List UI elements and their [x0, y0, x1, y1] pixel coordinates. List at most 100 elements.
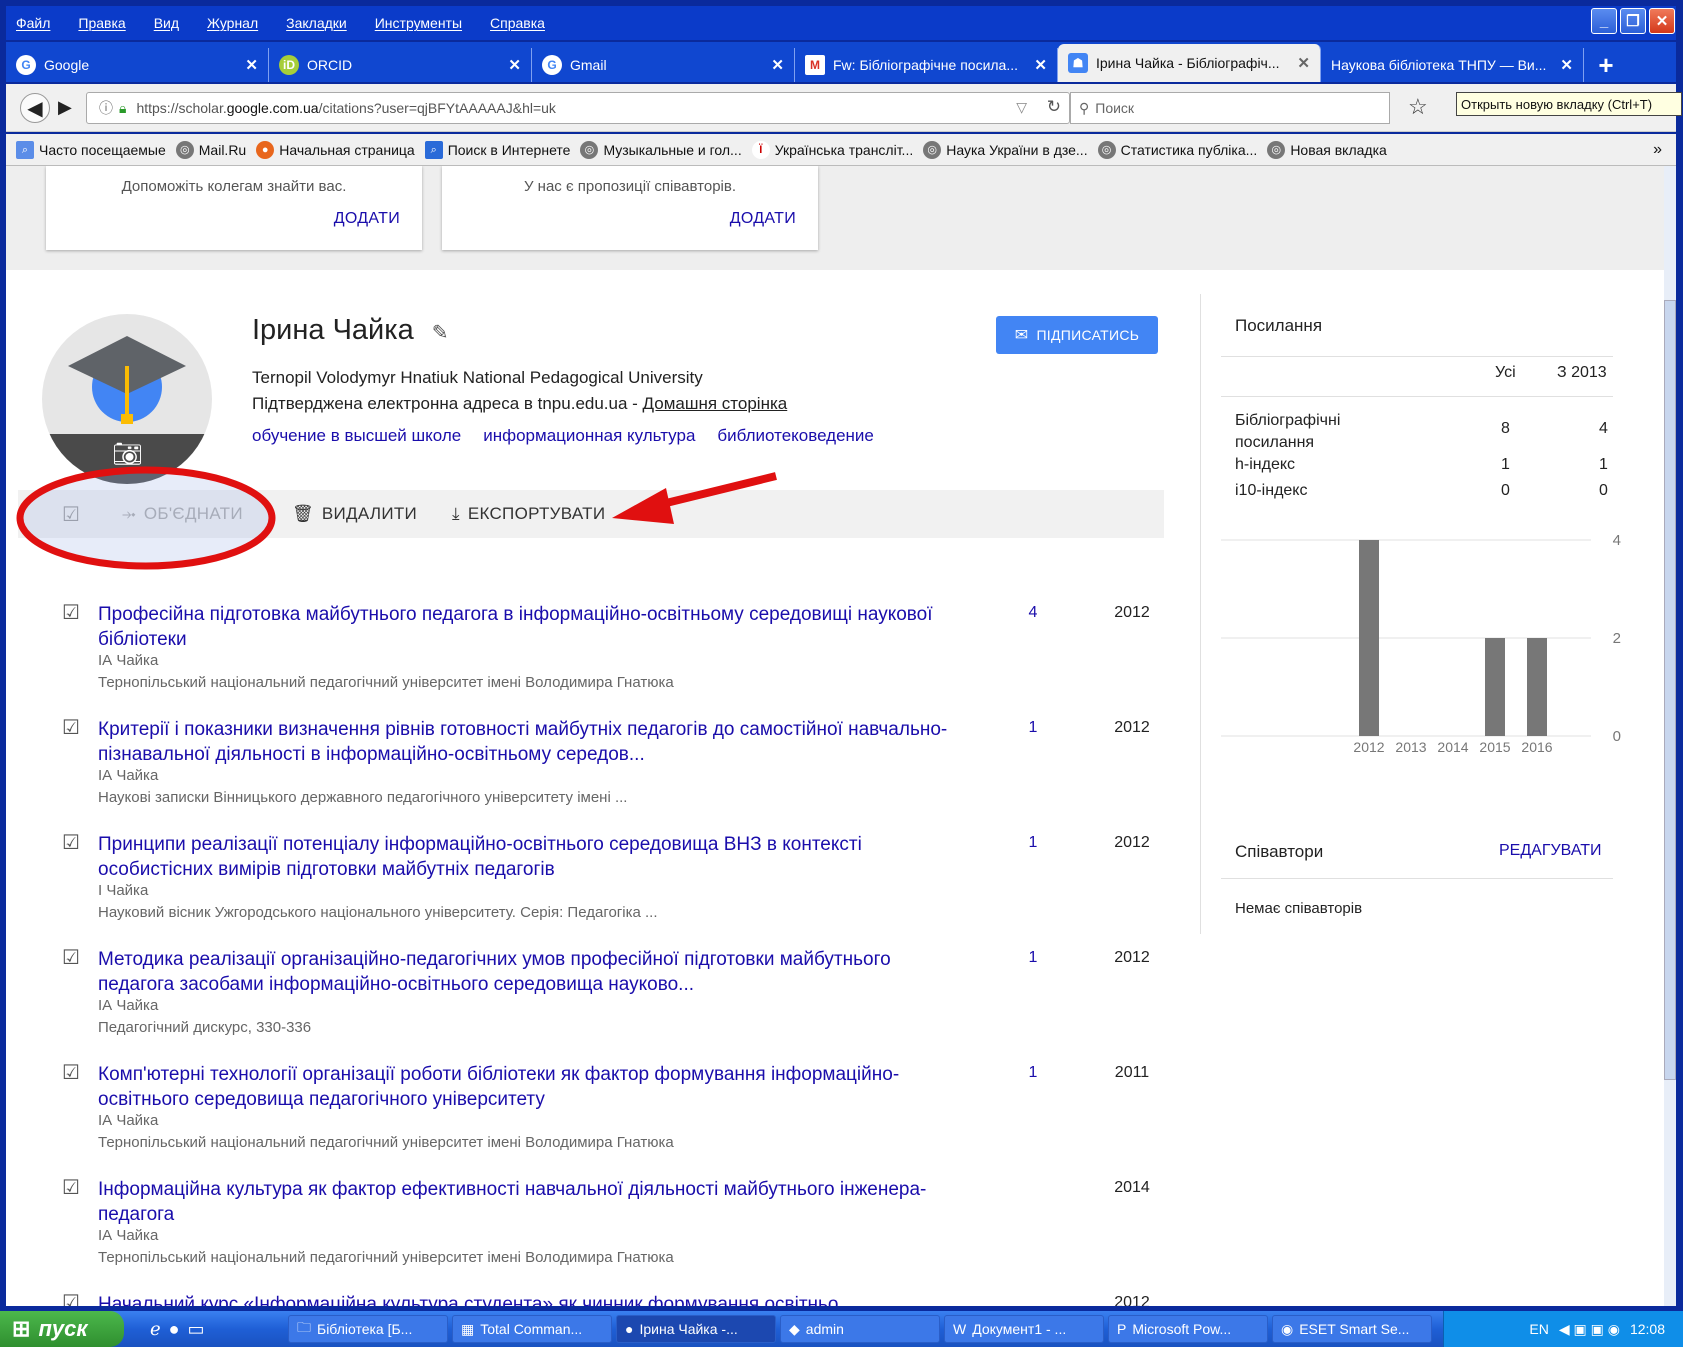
tab-scholar-active[interactable]: ☗ Ірина Чайка - Бібліографіч... ✕ — [1058, 44, 1321, 82]
firefox-icon[interactable]: ● — [169, 1319, 180, 1340]
tab-fw-mail[interactable]: M Fw: Бібліографічне посила... ✕ — [795, 48, 1058, 82]
bookmark-search[interactable]: ⌕ Поиск в Интернете — [424, 140, 570, 159]
bookmark-mailru[interactable]: ◎ Mail.Ru — [175, 140, 246, 159]
merge-button[interactable]: ⤞ ОБ'ЄДНАТИ — [122, 490, 243, 538]
url-bar[interactable]: ⓘ 🔒︎ https://scholar. google.com.ua/citat… — [86, 92, 1070, 124]
task-label: Ірина Чайка -... — [639, 1321, 738, 1337]
reload-icon[interactable]: ↻ — [1047, 97, 1061, 117]
add-photo-icon[interactable]: 📷︎ — [112, 440, 142, 469]
interest-link[interactable]: информационная культура — [483, 426, 695, 446]
checkbox-icon[interactable]: ☑ — [62, 603, 82, 624]
article-cites[interactable]: 4 — [1018, 604, 1048, 622]
article-title[interactable]: Комп'ютерні технології організації робот… — [98, 1062, 958, 1112]
menu-tools[interactable]: Инструменты — [375, 15, 462, 31]
homepage-link[interactable]: Домашня сторінка — [643, 394, 788, 413]
close-window-icon[interactable]: ✕ — [1649, 8, 1675, 34]
add-button[interactable]: ДОДАТИ — [334, 210, 400, 228]
tab-google[interactable]: G Google ✕ — [6, 48, 269, 82]
article-cites[interactable]: 1 — [1018, 1064, 1048, 1082]
close-tab-icon[interactable]: ✕ — [245, 56, 258, 74]
bookmark-music[interactable]: ◎ Музыкальные и гол... — [580, 140, 742, 159]
task-library[interactable]: 🗀 Бібліотека [Б... — [288, 1315, 448, 1343]
menu-file[interactable]: Файл — [16, 15, 50, 31]
interest-link[interactable]: обучение в высшей школе — [252, 426, 461, 446]
article-title[interactable]: Інформаційна культура як фактор ефективн… — [98, 1177, 958, 1227]
bookmark-frequent[interactable]: ⌕ Часто посещаемые — [16, 140, 166, 159]
back-icon[interactable]: ◀ — [20, 93, 50, 123]
gmail-icon: M — [805, 55, 825, 75]
task-totalcmd[interactable]: ▦ Total Comman... — [452, 1315, 612, 1343]
star-icon[interactable]: ☆ — [1408, 94, 1428, 120]
task-eset[interactable]: ◉ ESET Smart Se... — [1272, 1315, 1432, 1343]
suggestion-area: Допоможіть колегам знайти вас. ДОДАТИ У … — [6, 166, 1664, 270]
task-label: Бібліотека [Б... — [317, 1321, 413, 1337]
chart-bar-2012[interactable] — [1359, 540, 1379, 736]
tooltip: Открыть новую вкладку (Ctrl+T) — [1456, 92, 1682, 116]
chart-bar-2015[interactable] — [1485, 638, 1505, 736]
article-cites[interactable]: 1 — [1018, 834, 1048, 852]
checkbox-icon[interactable]: ☑ — [62, 833, 82, 854]
interests: обучение в высшей школе информационная к… — [252, 426, 874, 446]
menu-help[interactable]: Справка — [490, 15, 545, 31]
search-input[interactable]: ⚲ Поиск — [1070, 92, 1390, 124]
avatar[interactable]: 📷︎ — [42, 314, 212, 484]
scrollbar-thumb[interactable] — [1664, 300, 1676, 1080]
tab-orcid[interactable]: iD ORCID ✕ — [269, 48, 532, 82]
chart-bar-2016[interactable] — [1527, 638, 1547, 736]
article-cites[interactable]: 1 — [1018, 949, 1048, 967]
interest-link[interactable]: библиотековедение — [717, 426, 873, 446]
language-indicator[interactable]: EN — [1529, 1321, 1548, 1337]
tray-icons[interactable]: ◀ ▣ ▣ ◉ — [1559, 1321, 1620, 1338]
add-button[interactable]: ДОДАТИ — [730, 210, 796, 228]
checkbox-icon[interactable]: ☑ — [62, 1063, 82, 1084]
more-bookmarks-icon[interactable]: » — [1653, 141, 1662, 159]
menu-history[interactable]: Журнал — [207, 15, 258, 31]
checkbox-icon[interactable]: ☑ — [62, 1178, 82, 1199]
article-title[interactable]: Критерії і показники визначення рівнів г… — [98, 717, 958, 767]
article-title[interactable]: Начальний курс «Інформаційна культура ст… — [98, 1292, 958, 1306]
bookmark-translit[interactable]: Ї Українська трансліт... — [751, 140, 913, 159]
bookmark-newtab[interactable]: ◎ Новая вкладка — [1267, 140, 1387, 159]
article-title[interactable]: Принципи реалізації потенціалу інформаці… — [98, 832, 958, 882]
desktop-icon[interactable]: ▭ — [188, 1319, 205, 1340]
article-title[interactable]: Методика реалізації організаційно-педаго… — [98, 947, 958, 997]
delete-button[interactable]: 🗑︎ ВИДАЛИТИ — [292, 490, 417, 538]
article-cites[interactable]: 1 — [1018, 719, 1048, 737]
menu-bookmarks[interactable]: Закладки — [286, 15, 347, 31]
tab-gmail[interactable]: G Gmail ✕ — [532, 48, 795, 82]
close-tab-icon[interactable]: ✕ — [1034, 56, 1047, 74]
close-tab-icon[interactable]: ✕ — [508, 56, 521, 74]
task-powerpoint[interactable]: P Microsoft Pow... — [1108, 1315, 1268, 1343]
task-word[interactable]: W Документ1 - ... — [944, 1315, 1104, 1343]
checkbox-icon[interactable]: ☑ — [62, 718, 82, 739]
taskbar: ⊞ пуск ℯ ● ▭ 🗀 Бібліотека [Б... ▦ Total Comma… — [0, 1311, 1683, 1347]
bookmark-science[interactable]: ◎ Наука України в дзе... — [923, 140, 1088, 159]
edit-pencil-icon[interactable]: ✎ — [432, 322, 449, 344]
select-all-checkbox[interactable]: ☑ — [62, 490, 80, 538]
dropdown-icon[interactable]: ▽ — [1016, 99, 1027, 116]
close-tab-icon[interactable]: ✕ — [1297, 54, 1310, 72]
article-title[interactable]: Професійна підготовка майбутнього педаго… — [98, 602, 958, 652]
export-button[interactable]: ⤓ ЕКСПОРТУВАТИ — [452, 490, 605, 538]
checkbox-icon[interactable]: ☑ — [62, 1293, 82, 1306]
bookmark-stats[interactable]: ◎ Статистика публіка... — [1097, 140, 1257, 159]
subscribe-button[interactable]: ✉ ПІДПИСАТИСЬ — [996, 316, 1158, 354]
task-firefox[interactable]: ● Ірина Чайка -... — [616, 1315, 776, 1343]
info-icon[interactable]: ⓘ — [99, 98, 113, 118]
new-tab-icon[interactable]: + — [1584, 48, 1628, 82]
restore-icon[interactable]: ❐ — [1620, 8, 1646, 34]
edit-coauthors-button[interactable]: РЕДАГУВАТИ — [1499, 842, 1602, 860]
close-tab-icon[interactable]: ✕ — [1560, 56, 1573, 74]
menu-view[interactable]: Вид — [154, 15, 179, 31]
bookmark-homepage[interactable]: ● Начальная страница — [256, 140, 415, 159]
minimize-icon[interactable]: _ — [1591, 8, 1617, 34]
x-tick-label: 2012 — [1353, 739, 1384, 755]
forward-icon[interactable]: ▶ — [58, 97, 72, 118]
tab-library[interactable]: Наукова бібліотека ТНПУ — Ви... ✕ — [1321, 48, 1584, 82]
checkbox-icon[interactable]: ☑ — [62, 948, 82, 969]
menu-edit[interactable]: Правка — [78, 15, 125, 31]
ie-icon[interactable]: ℯ — [150, 1319, 161, 1340]
close-tab-icon[interactable]: ✕ — [771, 56, 784, 74]
start-button[interactable]: ⊞ пуск — [0, 1311, 124, 1347]
task-admin[interactable]: ◆ admin — [780, 1315, 940, 1343]
